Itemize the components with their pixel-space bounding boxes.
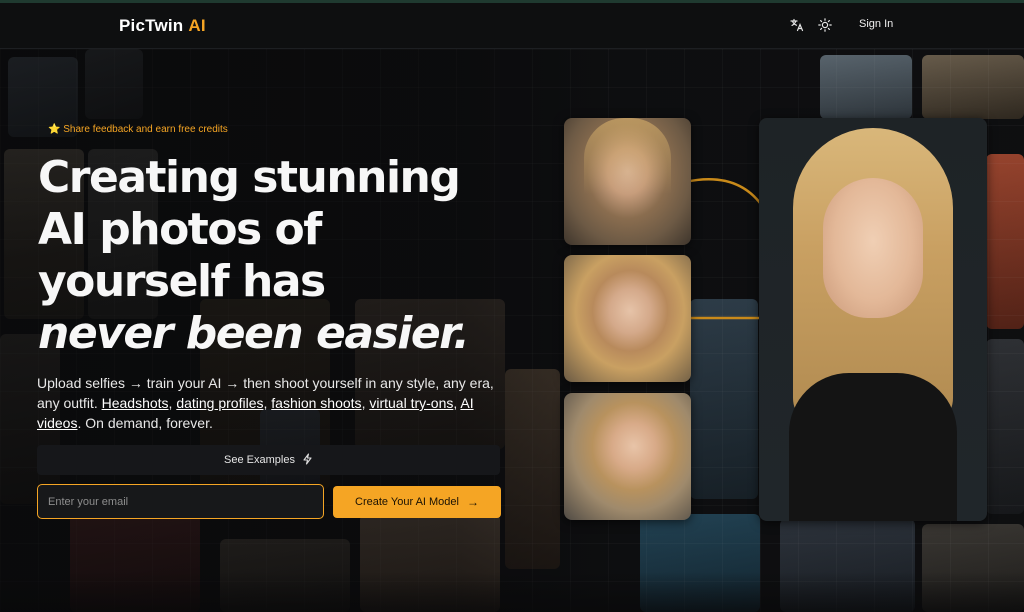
headline-line: Creating stunning [38,152,461,203]
top-navbar: PicTwin AI Sign In [0,3,1024,49]
sign-in-button[interactable]: Sign In [859,18,893,30]
link-headshots[interactable]: Headshots [102,395,169,411]
bottom-fade [0,572,1024,612]
see-examples-button[interactable]: See Examples [37,445,500,475]
headline-line: yourself has [38,256,326,307]
hair-shape [584,118,671,245]
decorative-arc [684,178,767,320]
link-dating-profiles[interactable]: dating profiles [176,395,263,411]
selfie-photo-2 [564,255,691,382]
logo-text: PicTwin [119,16,184,35]
selfie-photo-3 [564,393,691,520]
arrow-right-icon: → [466,495,479,509]
logo[interactable]: PicTwin AI [119,16,206,36]
feedback-link[interactable]: ⭐ Share feedback and earn free credits [48,124,228,135]
face-shape [823,178,923,318]
link-virtual-try-ons[interactable]: virtual try-ons [369,395,453,411]
hero-subtitle: Upload selfies → train your AI → then sh… [37,375,494,431]
email-input[interactable] [37,484,324,519]
black-top-shape [789,373,957,521]
headline-emphasis: never been easier. [38,308,470,359]
headline-line: AI photos of [38,204,322,255]
lightning-icon [302,452,313,468]
sun-icon[interactable] [817,18,833,34]
subtitle-outro: On demand, forever. [85,415,213,431]
create-ai-model-button[interactable]: Create Your AI Model → [333,486,501,518]
hero-headline: Creating stunning AI photos of yourself … [38,152,508,360]
selfie-photo-1 [564,118,691,245]
translate-icon[interactable] [789,18,805,34]
link-fashion-shoots[interactable]: fashion shoots [271,395,361,411]
ai-portrait-photo [759,118,987,521]
see-examples-label: See Examples [224,454,295,466]
cta-label: Create Your AI Model [355,496,459,508]
logo-accent: AI [188,16,206,35]
